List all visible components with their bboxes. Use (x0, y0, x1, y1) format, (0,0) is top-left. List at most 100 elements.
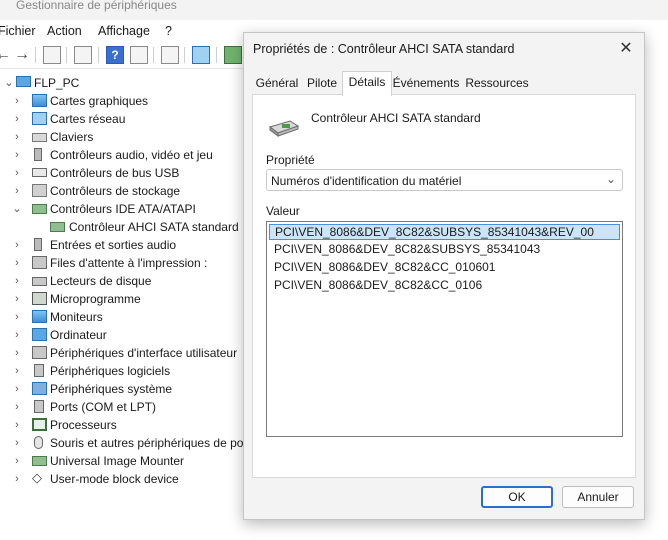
value-list[interactable]: PCI\VEN_8086&DEV_8C82&SUBSYS_85341043&RE… (266, 221, 623, 437)
tab-pilote[interactable]: Pilote (302, 73, 342, 94)
tree-item-label: Processeurs (50, 418, 117, 432)
tree-item-label: Ports (COM et LPT) (50, 400, 157, 414)
usb-icon (32, 168, 47, 177)
chevron-right-icon[interactable]: › (12, 238, 22, 252)
menu-action[interactable]: Action (47, 24, 82, 38)
chevron-right-icon[interactable]: › (12, 436, 22, 450)
help-icon[interactable]: ? (106, 46, 124, 64)
chevron-right-icon[interactable]: › (12, 112, 22, 126)
tree-item-lecteurs-disque[interactable]: › Lecteurs de disque (0, 272, 245, 290)
show-hide-console-tree-icon[interactable] (43, 46, 61, 64)
chevron-right-icon[interactable]: › (12, 94, 22, 108)
update-driver-icon[interactable] (161, 46, 179, 64)
chevron-right-icon[interactable]: › (12, 382, 22, 396)
tree-item-controleurs-ide[interactable]: ⌄ Contrôleurs IDE ATA/ATAPI (0, 200, 245, 218)
tree-item-peripheriques-logiciels[interactable]: › Périphériques logiciels (0, 362, 245, 380)
ide-controller-icon (50, 222, 65, 232)
tree-item-peripheriques-interface[interactable]: › Périphériques d'interface utilisateur (0, 344, 245, 362)
chevron-right-icon[interactable]: › (12, 166, 22, 180)
tree-item-moniteurs[interactable]: › Moniteurs (0, 308, 245, 326)
tree-item-label: Contrôleurs audio, vidéo et jeu (50, 148, 213, 162)
tree-item-label: Universal Image Mounter (50, 454, 185, 468)
tree-item-label: Microprogramme (50, 292, 141, 306)
back-arrow-icon[interactable]: ← (0, 46, 12, 64)
tree-item-label: User-mode block device (50, 472, 179, 486)
tree-item-entrees-sorties-audio[interactable]: › Entrées et sorties audio (0, 236, 245, 254)
chevron-right-icon[interactable]: › (12, 274, 22, 288)
hid-icon (32, 346, 47, 359)
tree-item-universal-image-mounter[interactable]: › Universal Image Mounter (0, 452, 245, 470)
list-item[interactable]: PCI\VEN_8086&DEV_8C82&CC_0106 (269, 278, 620, 294)
tree-root[interactable]: ⌄ FLP_PC (0, 74, 245, 92)
details-panel: Contrôleur AHCI SATA standard Propriété … (252, 94, 636, 478)
tree-item-files-impression[interactable]: › Files d'attente à l'impression : (0, 254, 245, 272)
tree-item-ports[interactable]: › Ports (COM et LPT) (0, 398, 245, 416)
chevron-right-icon[interactable]: › (12, 292, 22, 306)
tree-item-label: Claviers (50, 130, 94, 144)
add-driver-icon[interactable] (224, 46, 242, 64)
tree-item-ordinateur[interactable]: › Ordinateur (0, 326, 245, 344)
tree-item-user-mode-block-device[interactable]: › ◇ User-mode block device (0, 470, 245, 488)
menu-affichage[interactable]: Affichage (98, 24, 150, 38)
tree-item-label: Souris et autres périphériques de poir (50, 436, 251, 450)
list-item-selected[interactable]: PCI\VEN_8086&DEV_8C82&SUBSYS_85341043&RE… (269, 224, 620, 240)
chevron-right-icon[interactable]: › (12, 472, 22, 486)
tree-item-claviers[interactable]: › Claviers (0, 128, 245, 146)
tree-item-label: Contrôleurs de bus USB (50, 166, 180, 180)
tab-ressources[interactable]: Ressources (460, 73, 534, 94)
chevron-right-icon[interactable]: › (12, 364, 22, 378)
tree-item-label: Files d'attente à l'impression : (50, 256, 208, 270)
value-label: Valeur (266, 204, 300, 218)
tab-general[interactable]: Général (252, 73, 302, 94)
tab-details[interactable]: Détails (342, 71, 392, 96)
chevron-right-icon[interactable]: › (12, 346, 22, 360)
action-pane-icon[interactable] (130, 46, 148, 64)
tree-item-label: Entrées et sorties audio (50, 238, 177, 252)
display-adapter-icon (32, 94, 47, 107)
properties-icon[interactable] (74, 46, 92, 64)
tree-item-controleurs-stockage[interactable]: › Contrôleurs de stockage (0, 182, 245, 200)
tab-evenements[interactable]: Événements (392, 73, 460, 94)
chevron-right-icon[interactable]: › (12, 256, 22, 270)
ide-controller-icon (32, 204, 47, 214)
list-item[interactable]: PCI\VEN_8086&DEV_8C82&SUBSYS_85341043 (269, 242, 620, 258)
disk-drive-icon (32, 277, 47, 286)
scan-hardware-icon[interactable] (192, 46, 210, 64)
chevron-down-icon: ⌄ (605, 172, 616, 186)
tree-item-cartes-reseau[interactable]: › Cartes réseau (0, 110, 245, 128)
menu-help[interactable]: ? (165, 24, 172, 38)
chevron-down-icon[interactable]: ⌄ (12, 202, 22, 216)
ok-button[interactable]: OK (481, 486, 553, 508)
tree-item-peripheriques-systeme[interactable]: › Périphériques système (0, 380, 245, 398)
chevron-right-icon[interactable]: › (12, 400, 22, 414)
tree-item-processeurs[interactable]: › Processeurs (0, 416, 245, 434)
list-item[interactable]: PCI\VEN_8086&DEV_8C82&CC_010601 (269, 260, 620, 276)
menu-fichier[interactable]: Fichier (0, 24, 36, 38)
chevron-right-icon[interactable]: › (12, 148, 22, 162)
chevron-right-icon[interactable]: › (12, 130, 22, 144)
tree-item-controleur-ahci[interactable]: Contrôleur AHCI SATA standard (0, 218, 245, 236)
storage-controller-icon (32, 184, 47, 197)
cancel-button[interactable]: Annuler (562, 486, 634, 508)
tree-item-controleurs-audio[interactable]: › Contrôleurs audio, vidéo et jeu (0, 146, 245, 164)
forward-arrow-icon[interactable]: → (13, 46, 31, 64)
tree-item-label: Périphériques logiciels (50, 364, 171, 378)
close-icon[interactable]: ✕ (616, 39, 636, 59)
property-select[interactable]: Numéros d'identification du matériel ⌄ (266, 169, 623, 191)
computer-icon (32, 328, 47, 341)
tree-item-microprogramme[interactable]: › Microprogramme (0, 290, 245, 308)
keyboard-icon (32, 133, 47, 142)
chevron-down-icon[interactable]: ⌄ (4, 76, 14, 90)
chevron-right-icon[interactable]: › (12, 184, 22, 198)
speaker-icon (34, 238, 42, 251)
chevron-right-icon[interactable]: › (12, 328, 22, 342)
chevron-right-icon[interactable]: › (12, 310, 22, 324)
chevron-right-icon[interactable]: › (12, 418, 22, 432)
tree-item-label: Cartes réseau (50, 112, 126, 126)
tree-item-label: Lecteurs de disque (50, 274, 152, 288)
tree-item-souris[interactable]: › Souris et autres périphériques de poir (0, 434, 250, 452)
tree-item-cartes-graphiques[interactable]: › Cartes graphiques (0, 92, 245, 110)
firmware-icon (32, 292, 47, 305)
tree-item-controleurs-usb[interactable]: › Contrôleurs de bus USB (0, 164, 245, 182)
chevron-right-icon[interactable]: › (12, 454, 22, 468)
